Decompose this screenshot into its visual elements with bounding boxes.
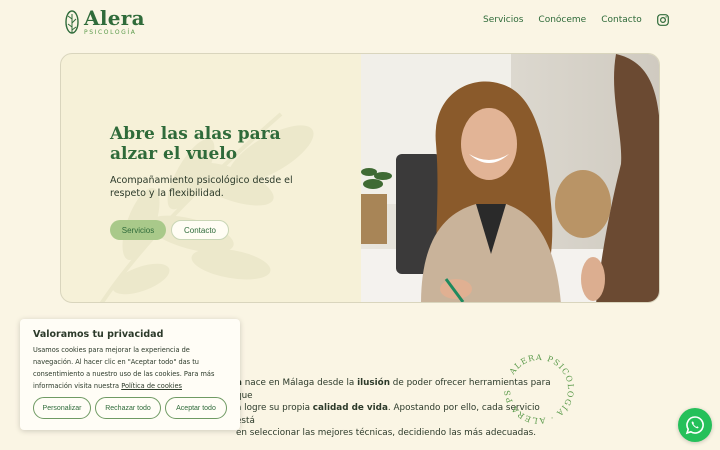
- contacto-button[interactable]: Contacto: [171, 220, 229, 240]
- whatsapp-button[interactable]: [678, 408, 712, 442]
- nav-contacto[interactable]: Contacto: [601, 14, 642, 26]
- hero-photo: [361, 54, 659, 302]
- cookie-banner: Valoramos tu privacidad Usamos cookies p…: [20, 319, 240, 430]
- intro-bold-ilusion: ilusión: [357, 378, 390, 388]
- nav-conoceme[interactable]: Conóceme: [538, 14, 586, 26]
- personalizar-button[interactable]: Personalizar: [33, 397, 91, 419]
- brand-logo[interactable]: Alera PSICOLOGÍA: [64, 8, 145, 37]
- svg-text:ALERA PSICOLOGÍA · ALERA PS: ALERA PSICOLOGÍA · ALERA PS: [503, 353, 575, 425]
- intro-text-3: a logre su propia: [236, 403, 313, 413]
- whatsapp-icon: [685, 416, 704, 435]
- badge-text: ALERA PSICOLOGÍA · ALERA PS: [503, 353, 574, 425]
- nav-servicios[interactable]: Servicios: [483, 14, 523, 26]
- cookie-policy-link[interactable]: Política de cookies: [121, 382, 182, 390]
- hero-title-line1: Abre las alas para: [110, 124, 281, 144]
- hero-subtitle: Acompañamiento psicológico desde el resp…: [110, 175, 293, 199]
- hero-section: Abre las alas para alzar el vuelo Acompa…: [60, 53, 660, 303]
- intro-text-5: en seleccionar las mejores técnicas, dec…: [236, 428, 537, 438]
- servicios-button[interactable]: Servicios: [110, 220, 166, 240]
- main-nav: Servicios Conóceme Contacto: [483, 14, 669, 26]
- cookie-buttons: Personalizar Rechazar todo Aceptar todo: [33, 397, 231, 419]
- hero-content: Abre las alas para alzar el vuelo Acompa…: [61, 54, 361, 302]
- intro-bold-calidad: calidad de vida: [312, 403, 388, 413]
- hero-title: Abre las alas para alzar el vuelo: [110, 124, 330, 164]
- cookie-title: Valoramos tu privacidad: [33, 329, 164, 340]
- instagram-icon[interactable]: [656, 14, 669, 26]
- site-header: Alera PSICOLOGÍA Servicios Conóceme Cont…: [0, 0, 720, 44]
- hero-title-line2: alzar el vuelo: [110, 144, 238, 164]
- cookie-text: Usamos cookies para mejorar la experienc…: [33, 344, 227, 392]
- leaf-logo-icon: [65, 9, 79, 34]
- intro-text-1: nace en Málaga desde la: [241, 378, 358, 388]
- rechazar-todo-button[interactable]: Rechazar todo: [95, 397, 161, 419]
- aceptar-todo-button[interactable]: Aceptar todo: [165, 397, 227, 419]
- brand-name: Alera: [84, 6, 145, 30]
- brand-tagline: PSICOLOGÍA: [84, 29, 137, 36]
- circular-brand-badge: ALERA PSICOLOGÍA · ALERA PS: [503, 353, 575, 425]
